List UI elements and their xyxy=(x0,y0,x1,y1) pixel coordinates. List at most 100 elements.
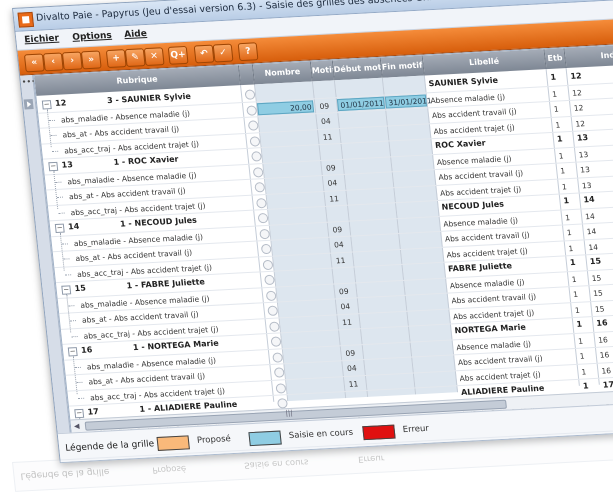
motif-cell[interactable]: 11 xyxy=(335,255,345,264)
tree-branch xyxy=(65,273,72,276)
motif-cell[interactable]: 11 xyxy=(342,317,352,326)
tree-branch xyxy=(63,258,70,260)
tree-branch xyxy=(76,381,83,384)
row-status-icon[interactable] xyxy=(254,182,266,193)
individu-cell: 16 xyxy=(595,318,609,328)
column-header-etb[interactable]: Etb xyxy=(544,48,567,70)
tree-branch xyxy=(48,119,55,121)
individu-cell: 16 xyxy=(600,365,612,376)
tree-branch xyxy=(56,196,64,198)
legend-title: Légende de la grille xyxy=(64,439,155,454)
tree-branch xyxy=(74,366,81,368)
menu-options[interactable]: Options xyxy=(72,31,112,43)
motif-cell[interactable]: 09 xyxy=(345,348,355,357)
group-employee: 1 - ROC Xavier xyxy=(113,154,179,167)
individu-cell: 15 xyxy=(592,288,604,298)
edit-icon[interactable]: ✎ xyxy=(124,48,146,68)
etb-cell: 1 xyxy=(575,319,583,329)
etb-cell: 1 xyxy=(577,336,584,346)
etb-cell: 1 xyxy=(553,104,560,114)
etb-cell: 1 xyxy=(572,289,579,299)
group-number: 16 xyxy=(80,345,93,355)
undo-icon[interactable]: ↶ xyxy=(193,44,215,64)
group-number: 12 xyxy=(54,98,67,108)
row-status-icon[interactable] xyxy=(273,367,285,378)
scroll-left-icon[interactable]: ◀ xyxy=(74,422,80,430)
individu-cell: 17 xyxy=(602,380,613,390)
last-icon[interactable]: » xyxy=(80,50,102,70)
legend-swatch-propose xyxy=(156,435,190,451)
app-icon xyxy=(17,11,35,28)
individu-cell: 12 xyxy=(573,103,584,113)
individu-cell: 16 xyxy=(597,334,609,345)
add-icon[interactable]: + xyxy=(105,49,127,69)
individu-cell: 14 xyxy=(587,242,599,252)
etb-cell: 1 xyxy=(564,212,571,222)
etb-cell: 1 xyxy=(571,274,577,284)
etb-cell: 1 xyxy=(551,89,558,99)
debut-motif-input[interactable]: 01/01/2011 xyxy=(336,96,386,111)
group-employee: 1 - FABRE Juliette xyxy=(126,277,206,291)
row-status-icon[interactable] xyxy=(257,212,269,224)
etb-cell: 1 xyxy=(561,181,568,191)
row-status-icon[interactable] xyxy=(276,398,289,409)
row-status-icon[interactable] xyxy=(244,89,256,100)
individu-cell: 15 xyxy=(591,273,602,283)
individu-cell: 14 xyxy=(586,226,597,237)
row-status-icon[interactable] xyxy=(264,274,276,286)
motif-cell[interactable]: 04 xyxy=(327,178,337,187)
first-icon[interactable]: « xyxy=(23,53,45,73)
prev-icon[interactable]: ‹ xyxy=(42,52,64,72)
etb-cell: 1 xyxy=(574,305,581,315)
reflection-label-saisie: Saisie en cours xyxy=(243,456,309,470)
individu-cell: 12 xyxy=(569,71,583,81)
motif-cell[interactable]: 09 xyxy=(319,101,329,110)
search-icon[interactable]: Q+ xyxy=(167,45,189,65)
reflection-label-propose: Proposé xyxy=(151,462,187,475)
motif-cell[interactable]: 04 xyxy=(347,363,357,372)
nombre-input[interactable]: 20,00 xyxy=(256,99,315,115)
motif-cell[interactable]: 11 xyxy=(329,194,339,203)
etb-cell: 1 xyxy=(554,119,561,130)
individu-cell: 15 xyxy=(589,256,602,267)
etb-cell: 1 xyxy=(582,381,589,391)
motif-cell[interactable]: 11 xyxy=(322,132,332,141)
column-header-motif[interactable]: Motif xyxy=(310,60,335,82)
etb-cell: 1 xyxy=(579,351,586,361)
next-icon[interactable]: › xyxy=(61,51,83,71)
group-number: 14 xyxy=(67,221,80,232)
motif-cell[interactable]: 04 xyxy=(334,240,344,249)
menu-fichier[interactable]: Eichier xyxy=(24,34,60,46)
individu-cell: 12 xyxy=(571,87,583,98)
menu-aide[interactable]: Aide xyxy=(124,29,148,40)
row-status-icon[interactable] xyxy=(260,243,272,255)
column-header-fin[interactable]: Fin motif xyxy=(380,55,425,78)
motif-cell[interactable]: 09 xyxy=(339,286,349,295)
motif-cell[interactable]: 11 xyxy=(348,379,358,388)
etb-cell: 1 xyxy=(559,166,566,176)
validate-icon[interactable]: ✓ xyxy=(212,43,234,63)
row-status-icon[interactable] xyxy=(251,151,263,162)
motif-cell[interactable]: 09 xyxy=(332,225,342,234)
row-status-icon[interactable] xyxy=(267,305,279,317)
motif-cell[interactable]: 09 xyxy=(326,163,336,172)
help-icon[interactable]: ? xyxy=(237,42,259,62)
motif-cell[interactable]: 04 xyxy=(340,302,350,311)
etb-cell: 1 xyxy=(550,72,557,82)
column-header-libelle[interactable]: Libellé xyxy=(422,49,547,76)
tree-branch xyxy=(50,134,57,137)
row-status-icon[interactable] xyxy=(247,120,259,131)
delete-icon[interactable]: ✕ xyxy=(143,47,165,67)
individu-cell: 13 xyxy=(576,133,589,143)
group-number: 17 xyxy=(87,407,100,417)
motif-cell[interactable]: 04 xyxy=(321,116,331,125)
play-icon[interactable] xyxy=(23,99,34,110)
column-header-individu[interactable]: Individu xyxy=(564,42,613,69)
fin-motif-input[interactable]: 31/01/2011 xyxy=(384,93,432,109)
individu-cell: 13 xyxy=(578,149,589,160)
individu-cell: 16 xyxy=(599,350,610,360)
group-number: 13 xyxy=(61,160,74,170)
individu-cell: 15 xyxy=(594,303,605,314)
column-header-debut[interactable]: Début motif xyxy=(332,57,383,81)
row-status-icon[interactable] xyxy=(270,336,282,347)
